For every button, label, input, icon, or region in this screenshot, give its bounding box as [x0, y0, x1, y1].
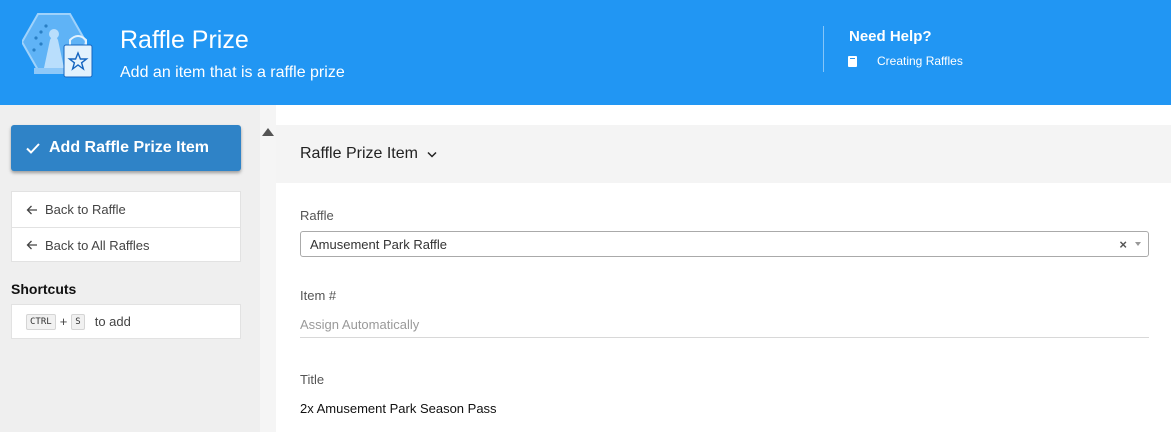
creating-raffles-help-link[interactable]: Creating Raffles [848, 52, 963, 70]
page-title: Raffle Prize [120, 26, 249, 54]
section-title-toggle[interactable]: Raffle Prize Item [300, 145, 437, 163]
raffle-label: Raffle [300, 208, 334, 223]
arrow-left-icon [26, 205, 37, 214]
shortcuts-heading: Shortcuts [11, 281, 77, 297]
nav-item-label: Back to All Raffles [45, 237, 150, 253]
title-label: Title [300, 372, 325, 387]
clear-selection-icon[interactable]: × [1119, 237, 1127, 252]
chevron-down-icon [427, 151, 437, 158]
raffle-select-value: Amusement Park Raffle [310, 236, 448, 252]
help-title: Need Help? [849, 28, 932, 45]
nav-item-label: Back to Raffle [45, 202, 126, 217]
help-link-label: Creating Raffles [877, 54, 963, 68]
page-header: Raffle Prize Add an item that is a raffl… [0, 0, 1171, 105]
section-title: Raffle Prize Item [300, 145, 418, 162]
back-to-raffle-link[interactable]: Back to Raffle [12, 192, 240, 227]
add-raffle-prize-item-button[interactable]: Add Raffle Prize Item [11, 125, 241, 171]
raffle-select[interactable]: Amusement Park Raffle × [300, 231, 1149, 257]
book-icon [848, 55, 857, 67]
sidebar-nav: Back to Raffle Back to All Raffles [11, 191, 241, 262]
raffle-prize-logo-icon [22, 13, 93, 78]
page-subtitle: Add an item that is a raffle prize [120, 64, 345, 81]
title-input[interactable] [300, 395, 1149, 421]
header-divider [823, 26, 824, 72]
dropdown-caret-icon[interactable] [1135, 242, 1141, 246]
check-icon [26, 143, 40, 154]
key-separator: + [59, 314, 68, 329]
add-button-label: Add Raffle Prize Item [49, 139, 210, 156]
shortcut-description: to add [94, 314, 131, 329]
arrow-left-icon [26, 240, 37, 250]
scroll-up-arrow-icon[interactable] [262, 128, 274, 136]
item-number-input[interactable] [300, 312, 1149, 338]
item-number-label: Item # [300, 288, 337, 303]
shortcut-hint: CTRL + S to add [11, 304, 241, 339]
ctrl-key: CTRL [26, 313, 56, 330]
back-to-all-raffles-link[interactable]: Back to All Raffles [12, 227, 240, 262]
s-key: S [71, 313, 85, 330]
sidebar-scrollbar[interactable] [260, 105, 276, 432]
